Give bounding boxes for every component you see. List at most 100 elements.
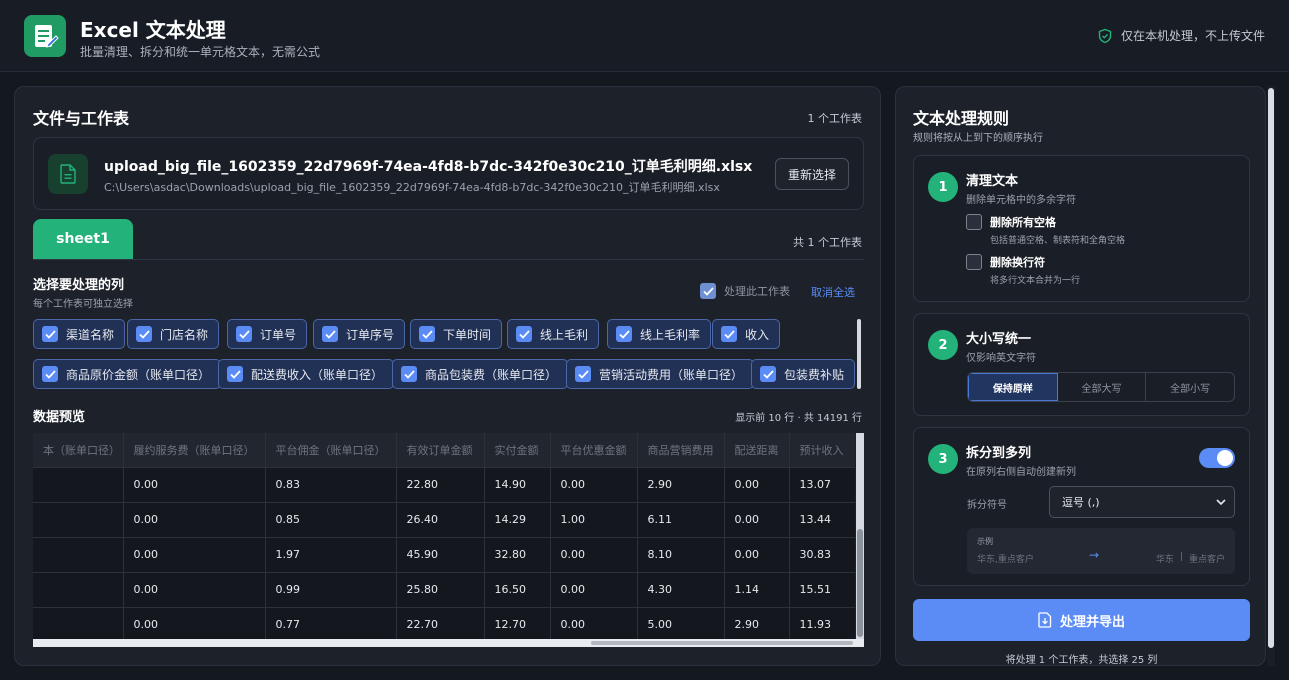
rules-scrollbar[interactable] (1267, 86, 1275, 666)
preview-info: 显示前 10 行 · 共 14191 行 (735, 413, 862, 424)
column-chip[interactable]: 线上毛利率 (607, 319, 712, 349)
table-cell: 25.80 (396, 571, 485, 607)
chevron-down-icon (1216, 499, 1226, 506)
tab-sheet1[interactable]: sheet1 (33, 219, 133, 259)
preview-table: 本（账单口径） 履约服务费（账单口径） 平台佣金（账单口径） 有效订单金额 实付金额 平台… (33, 433, 855, 639)
deselect-all-link[interactable]: 取消全选 (811, 284, 855, 300)
table-cell: 0.00 (724, 466, 790, 502)
column-chip-label: 商品包装费（账单口径） (425, 367, 558, 382)
column-chip[interactable]: 门店名称 (127, 319, 220, 349)
case-option-lower[interactable]: 全部小写 (1146, 373, 1234, 401)
checkbox-unchecked-icon[interactable] (966, 254, 982, 270)
rule-case-card: 2 大小写统一 仅影响英文字符 保持原样 全部大写 全部小写 (913, 313, 1250, 416)
checkbox-checked-icon (401, 366, 417, 382)
rules-panel: 文本处理规则 规则将按从上到下的顺序执行 1 清理文本 删除单元格中的多余字符 … (895, 86, 1266, 666)
checkbox-unchecked-icon[interactable] (966, 214, 982, 230)
separator-select[interactable]: 逗号 (,) (1049, 486, 1235, 518)
table-cell: 11.93 (789, 606, 855, 639)
table-cell: 12.70 (484, 606, 551, 639)
option-desc: 包括普通空格、制表符和全角空格 (990, 236, 1126, 246)
example-label: 示例 (977, 537, 993, 546)
split-toggle[interactable] (1199, 448, 1235, 468)
table-header-cell: 有效订单金额 (396, 433, 485, 467)
table-cell: 0.83 (265, 466, 397, 502)
table-cell: 8.10 (637, 536, 725, 572)
remove-newlines-option[interactable]: 删除换行符 将多行文本合并为一行 (966, 254, 1080, 286)
table-cell: 32.80 (484, 536, 551, 572)
column-chip-label: 下单时间 (443, 327, 492, 342)
checkbox-checked-icon (236, 326, 252, 342)
privacy-note: 仅在本机处理，不上传文件 (1097, 27, 1265, 44)
table-cell: 0.85 (265, 501, 397, 537)
tab-divider (33, 259, 864, 260)
checkbox-checked-icon (721, 326, 737, 342)
columns-scrollbar[interactable] (857, 319, 861, 389)
table-header-cell: 实付金额 (484, 433, 551, 467)
column-chip[interactable]: 渠道名称 (33, 319, 126, 349)
checkbox-checked-icon (322, 326, 338, 342)
table-cell: 0.77 (265, 606, 397, 639)
file-path: C:\Users\asdac\Downloads\upload_big_file… (104, 181, 720, 194)
split-example: 示例 华东,重点客户 → 华东 | 重点客户 (967, 528, 1235, 574)
table-header-cell: 配送距离 (724, 433, 790, 467)
column-chip[interactable]: 商品原价金额（账单口径） (33, 359, 222, 389)
column-chip-label: 门店名称 (160, 327, 209, 342)
table-cell: 13.07 (789, 466, 855, 502)
table-cell: 0.00 (123, 536, 266, 572)
checkbox-checked-icon (227, 366, 243, 382)
example-output: 华东 | 重点客户 (1156, 552, 1225, 565)
table-header-row: 本（账单口径） 履约服务费（账单口径） 平台佣金（账单口径） 有效订单金额 实付金额 平台… (33, 433, 855, 467)
app-header: Excel 文本处理 批量清理、拆分和统一单元格文本，无需公式 仅在本机处理，不… (0, 0, 1289, 72)
column-chip[interactable]: 包装费补贴 (751, 359, 856, 389)
table-cell: 13.44 (789, 501, 855, 537)
column-chip[interactable]: 线上毛利 (507, 319, 600, 349)
column-chip[interactable]: 下单时间 (410, 319, 503, 349)
column-chip[interactable]: 订单序号 (313, 319, 406, 349)
checkbox-checked-icon (575, 366, 591, 382)
case-segmented-control: 保持原样 全部大写 全部小写 (967, 372, 1235, 402)
option-label: 删除所有空格 (990, 216, 1056, 229)
table-cell: 1.14 (724, 571, 790, 607)
case-option-keep[interactable]: 保持原样 (968, 373, 1058, 401)
table-cell: 2.90 (637, 466, 725, 502)
process-export-button[interactable]: 处理并导出 (913, 599, 1250, 641)
table-cell: 0.00 (123, 466, 266, 502)
remove-spaces-option[interactable]: 删除所有空格 包括普通空格、制表符和全角空格 (966, 214, 1125, 246)
column-chip[interactable]: 订单号 (227, 319, 308, 349)
column-chip-label: 线上毛利 (540, 327, 589, 342)
table-cell: 26.40 (396, 501, 485, 537)
preview-title: 数据预览 (33, 410, 86, 425)
column-chip[interactable]: 收入 (712, 319, 781, 349)
table-cell: 14.90 (484, 466, 551, 502)
table-cell: 1.00 (550, 501, 638, 537)
table-horizontal-scrollbar[interactable] (33, 639, 864, 647)
process-sheet-checkbox[interactable]: 处理此工作表 (700, 283, 790, 299)
example-separator: | (1179, 552, 1183, 562)
column-chip[interactable]: 营销活动费用（账单口径） (566, 359, 755, 389)
table-cell: 0.99 (265, 571, 397, 607)
table-cell: 1.97 (265, 536, 397, 572)
column-chip[interactable]: 配送费收入（账单口径） (218, 359, 395, 389)
table-cell (33, 501, 124, 537)
table-vertical-scrollbar[interactable] (856, 433, 864, 639)
checkbox-checked-icon (419, 326, 435, 342)
example-output-2: 重点客户 (1188, 555, 1225, 565)
table-cell: 0.00 (724, 536, 790, 572)
process-summary: 将处理 1 个工作表，共选择 25 列 (1005, 655, 1158, 666)
rule-subtitle: 删除单元格中的多余字符 (966, 195, 1076, 206)
privacy-text: 仅在本机处理，不上传文件 (1120, 29, 1265, 43)
checkbox-checked-icon (616, 326, 632, 342)
step-number: 3 (928, 444, 958, 474)
table-cell: 0.00 (123, 501, 266, 537)
process-export-label: 处理并导出 (1059, 614, 1125, 630)
rule-split-card: 3 拆分到多列 在原列右侧自动创建新列 拆分符号 逗号 (,) 示例 华东,重点… (913, 427, 1250, 586)
case-option-upper[interactable]: 全部大写 (1058, 373, 1147, 401)
column-chip[interactable]: 商品包装费（账单口径） (392, 359, 569, 389)
reselect-button[interactable]: 重新选择 (775, 158, 849, 190)
table-cell (33, 571, 124, 607)
checkbox-checked-icon (42, 326, 58, 342)
table-cell (33, 466, 124, 502)
rule-title: 大小写统一 (966, 332, 1032, 347)
column-chip-label: 包装费补贴 (784, 367, 845, 382)
table-cell: 2.90 (724, 606, 790, 639)
